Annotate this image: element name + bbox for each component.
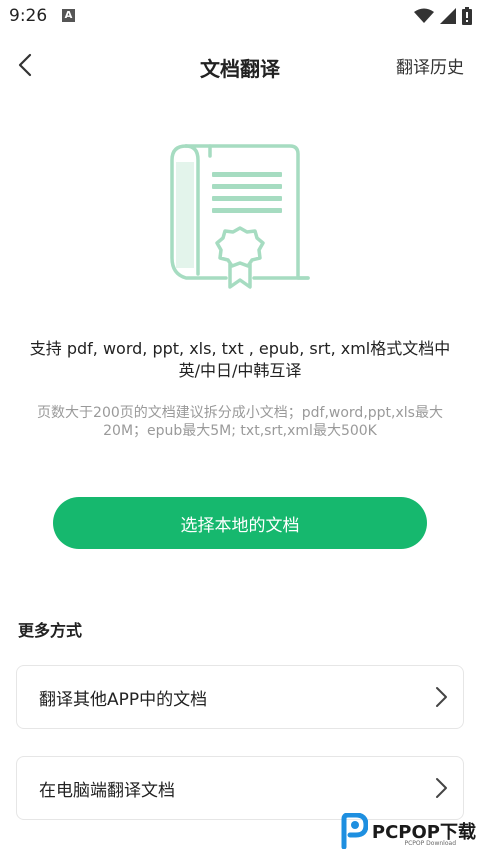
select-local-document-button[interactable]: 选择本地的文档 xyxy=(53,497,427,549)
battery-icon xyxy=(462,7,472,25)
translate-from-other-app-option[interactable]: 翻译其他APP中的文档 xyxy=(16,665,464,729)
option-label: 在电脑端翻译文档 xyxy=(39,781,175,801)
nav-bar: 文档翻译 翻译历史 xyxy=(0,40,480,90)
pcpop-logo-icon xyxy=(341,813,368,849)
wifi-icon xyxy=(414,8,434,23)
supported-formats-text: 支持 pdf, word, ppt, xls, txt , epub, srt,… xyxy=(29,339,451,380)
chevron-right-icon xyxy=(436,778,447,798)
more-options-title: 更多方式 xyxy=(18,621,83,640)
status-time: 9:26 xyxy=(9,6,48,26)
watermark-sub: PCPOP Download xyxy=(404,840,457,847)
status-bar: 9:26 A xyxy=(0,0,480,34)
chevron-right-icon xyxy=(436,687,447,707)
history-link[interactable]: 翻译历史 xyxy=(396,53,464,78)
status-icons xyxy=(414,6,472,26)
file-limits-text: 页数大于200页的文档建议拆分成小文档；pdf,word,ppt,xls最大20… xyxy=(37,405,443,439)
option-label: 翻译其他APP中的文档 xyxy=(39,690,208,710)
notification-icon: A xyxy=(62,9,75,22)
document-certificate-icon xyxy=(170,144,310,289)
signal-icon xyxy=(440,8,456,24)
